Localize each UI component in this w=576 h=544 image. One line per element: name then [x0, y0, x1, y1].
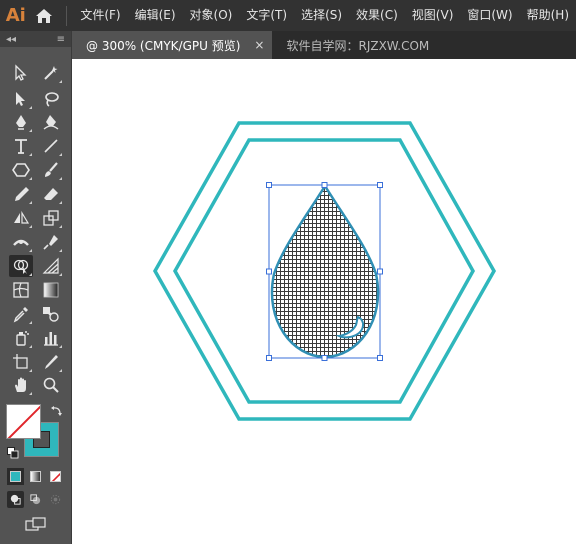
- curvature-tool-icon[interactable]: [39, 111, 63, 133]
- menu-window[interactable]: 窗口(W): [460, 0, 519, 31]
- eyedropper-tool-icon[interactable]: [9, 303, 33, 325]
- column-graph-tool-icon[interactable]: [39, 327, 63, 349]
- perspective-grid-tool-icon[interactable]: [39, 255, 63, 277]
- width-tool-icon[interactable]: [9, 231, 33, 253]
- menu-effect[interactable]: 效果(C): [349, 0, 405, 31]
- menu-select[interactable]: 选择(S): [294, 0, 349, 31]
- tab-document-watermark[interactable]: 软件自学网：RJZXW.COM: [272, 31, 437, 59]
- tools-panel: ◂◂ ≡: [0, 31, 72, 544]
- menu-type[interactable]: 文字(T): [239, 0, 294, 31]
- color-mode-button[interactable]: [7, 468, 24, 485]
- mesh-tool-icon[interactable]: [9, 279, 33, 301]
- artboard-canvas[interactable]: [72, 59, 576, 544]
- menu-object[interactable]: 对象(O): [183, 0, 240, 31]
- hand-tool-icon[interactable]: [9, 374, 33, 396]
- paintbrush-tool-icon[interactable]: [39, 159, 63, 181]
- artwork: [152, 121, 497, 421]
- screen-mode-icon[interactable]: [24, 515, 48, 533]
- fill-color-swatch-none[interactable]: [6, 404, 41, 439]
- menu-bar: Ai 文件(F) 编辑(E) 对象(O) 文字(T) 选择(S) 效果(C) 视…: [0, 0, 576, 31]
- tab-document-active[interactable]: @ 300% (CMYK/GPU 预览) ×: [72, 31, 273, 59]
- zoom-tool-icon[interactable]: [39, 374, 63, 396]
- swap-fill-stroke-icon[interactable]: [50, 404, 64, 418]
- draw-normal-icon[interactable]: [7, 491, 24, 508]
- pen-tool-icon[interactable]: [9, 111, 33, 133]
- gradient-mode-button[interactable]: [27, 468, 44, 485]
- slice-tool-icon[interactable]: [39, 351, 63, 373]
- puppet-warp-tool-icon[interactable]: [39, 231, 63, 253]
- scale-tool-icon[interactable]: [39, 207, 63, 229]
- menu-view[interactable]: 视图(V): [405, 0, 461, 31]
- menu-help[interactable]: 帮助(H): [520, 0, 576, 31]
- draw-inside-icon[interactable]: [47, 491, 64, 508]
- none-mode-button[interactable]: [47, 468, 64, 485]
- direct-selection-tool-icon[interactable]: [9, 88, 33, 110]
- reflect-tool-icon[interactable]: [9, 207, 33, 229]
- water-drop-shape[interactable]: [270, 183, 380, 359]
- line-segment-tool-icon[interactable]: [39, 135, 63, 157]
- pencil-tool-icon[interactable]: [9, 183, 33, 205]
- selection-tool-icon[interactable]: [9, 62, 33, 84]
- tab-label: @ 300% (CMYK/GPU 预览): [86, 38, 241, 53]
- artboard-tool-icon[interactable]: [9, 351, 33, 373]
- tab-label-2: 软件自学网：RJZXW.COM: [286, 38, 430, 53]
- tab-close-button[interactable]: ×: [254, 38, 264, 52]
- menu-edit[interactable]: 编辑(E): [128, 0, 183, 31]
- lasso-tool-icon[interactable]: [39, 88, 63, 110]
- gradient-tool-icon[interactable]: [39, 279, 63, 301]
- document-tab-bar: @ 300% (CMYK/GPU 预览) × 软件自学网：RJZXW.COM: [72, 31, 576, 59]
- menu-divider: [66, 5, 68, 26]
- app-logo: Ai: [5, 5, 26, 26]
- polygon-tool-icon[interactable]: [9, 159, 33, 181]
- type-tool-icon[interactable]: [9, 135, 33, 157]
- default-fill-stroke-icon[interactable]: [7, 447, 19, 459]
- collapse-panel-icon[interactable]: ◂◂: [6, 34, 16, 45]
- magic-wand-tool-icon[interactable]: [39, 62, 63, 84]
- draw-behind-icon[interactable]: [27, 491, 44, 508]
- eraser-tool-icon[interactable]: [39, 183, 63, 205]
- symbol-sprayer-tool-icon[interactable]: [9, 327, 33, 349]
- home-icon[interactable]: [32, 0, 57, 31]
- blend-tool-icon[interactable]: [39, 303, 63, 325]
- tools-panel-header[interactable]: ◂◂ ≡: [0, 31, 71, 47]
- menu-file[interactable]: 文件(F): [73, 0, 127, 31]
- shape-builder-tool-icon[interactable]: [9, 255, 33, 277]
- panel-menu-icon[interactable]: ≡: [57, 34, 65, 45]
